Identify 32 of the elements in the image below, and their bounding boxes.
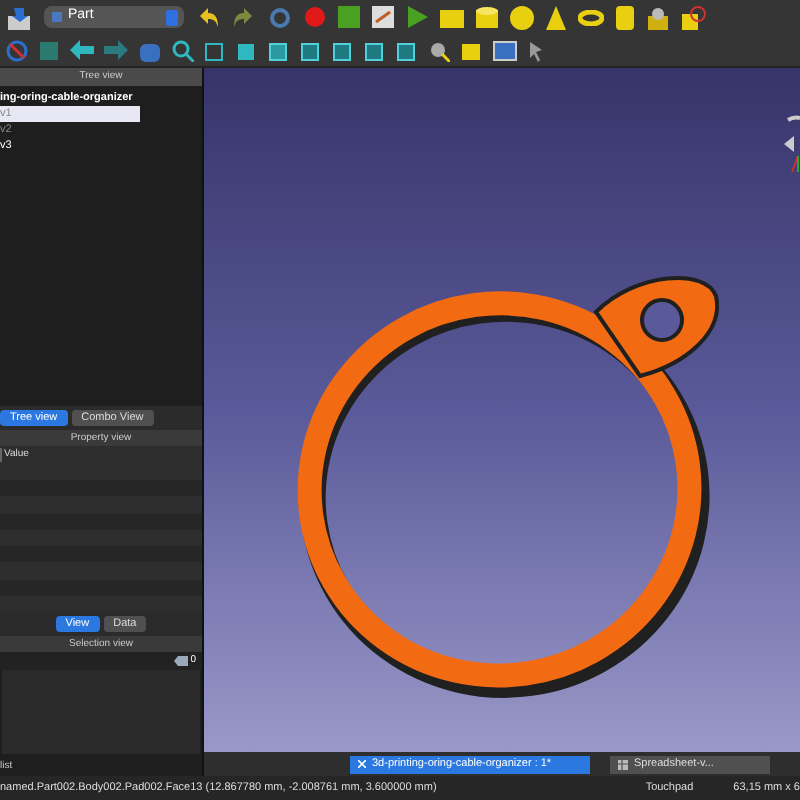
sphere-icon[interactable] (510, 5, 534, 29)
redo-icon[interactable] (232, 5, 256, 29)
back-arrow-icon[interactable] (70, 40, 94, 60)
cube-rear-icon[interactable] (332, 39, 354, 61)
3d-viewport[interactable] (204, 68, 800, 752)
close-icon[interactable] (358, 760, 366, 768)
cube-top-icon[interactable] (268, 39, 290, 61)
shapes-icon[interactable] (646, 5, 670, 29)
tag-icon (174, 656, 189, 666)
record-icon[interactable] (304, 6, 326, 28)
part-icon (50, 10, 64, 24)
no-entry-icon[interactable] (6, 39, 28, 61)
cube-left-icon[interactable] (396, 39, 418, 61)
cube-bottom-icon[interactable] (364, 39, 386, 61)
cone-icon[interactable] (546, 5, 566, 29)
cube-front-icon[interactable] (236, 39, 258, 61)
cube-icon[interactable] (440, 6, 464, 28)
save-icon[interactable] (6, 5, 32, 29)
measure-icon[interactable] (428, 39, 450, 61)
cube-right-icon[interactable] (300, 39, 322, 61)
cylinder-icon[interactable] (476, 5, 498, 29)
document-icon[interactable] (372, 6, 394, 28)
play-icon[interactable] (406, 6, 428, 28)
forward-arrow-icon[interactable] (104, 40, 128, 60)
torus-icon[interactable] (578, 9, 604, 25)
spreadsheet-icon (618, 759, 628, 769)
part-cube-icon[interactable] (460, 39, 482, 61)
boolean-icon[interactable] (682, 5, 706, 29)
tube-icon[interactable] (616, 5, 634, 29)
wireframe-cube-icon[interactable] (204, 39, 226, 61)
undo-icon[interactable] (196, 5, 220, 29)
zoom-icon[interactable] (172, 39, 194, 61)
